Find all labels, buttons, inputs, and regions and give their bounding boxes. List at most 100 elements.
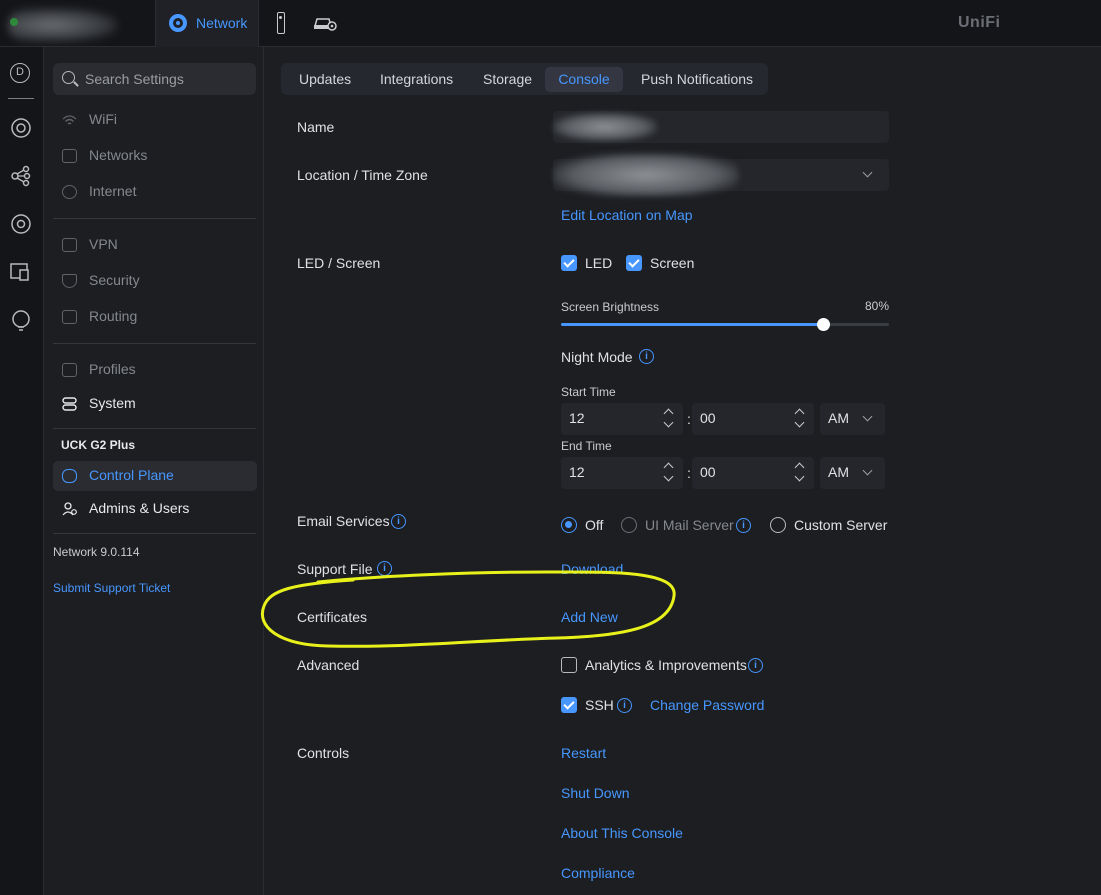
email-ui-mail-label: UI Mail Server bbox=[645, 517, 734, 533]
sidebar-item-security[interactable]: Security bbox=[53, 266, 257, 296]
compliance-link[interactable]: Compliance bbox=[561, 865, 635, 881]
profiles-icon bbox=[62, 363, 77, 377]
network-app-icon bbox=[169, 14, 187, 32]
end-time-label: End Time bbox=[561, 439, 612, 453]
wifi-icon bbox=[62, 115, 77, 125]
online-status-icon bbox=[10, 18, 18, 26]
sidebar-item-wifi[interactable]: WiFi bbox=[53, 105, 257, 135]
topology-icon[interactable] bbox=[10, 117, 32, 139]
start-minute-stepper[interactable]: 00 bbox=[692, 403, 814, 435]
ssh-checkbox[interactable] bbox=[561, 697, 577, 713]
location-select[interactable] bbox=[553, 153, 889, 197]
brightness-slider-fill bbox=[561, 323, 824, 326]
led-screen-label: LED / Screen bbox=[297, 255, 381, 271]
tab-integrations[interactable]: Integrations bbox=[380, 67, 453, 92]
analytics-label: Analytics & Improvements bbox=[585, 657, 747, 673]
vehicle-settings-icon[interactable] bbox=[313, 14, 337, 32]
sidebar-item-label: WiFi bbox=[89, 111, 117, 127]
brightness-slider-thumb[interactable] bbox=[817, 318, 831, 331]
insights-icon[interactable] bbox=[10, 309, 32, 331]
tab-storage[interactable]: Storage bbox=[483, 67, 532, 92]
app-version: Network 9.0.114 bbox=[53, 545, 140, 559]
tab-console[interactable]: Console bbox=[545, 67, 623, 92]
sidebar-item-vpn[interactable]: VPN bbox=[53, 230, 257, 260]
console-name-redacted[interactable] bbox=[8, 8, 118, 42]
shield-icon bbox=[62, 274, 77, 288]
email-custom-radio[interactable] bbox=[770, 517, 786, 533]
end-minute-stepper[interactable]: 00 bbox=[692, 457, 814, 489]
sidebar-item-label: Profiles bbox=[89, 361, 136, 377]
time-colon: : bbox=[687, 465, 691, 481]
end-hour-stepper[interactable]: 12 bbox=[561, 457, 683, 489]
email-custom-label: Custom Server bbox=[794, 517, 888, 533]
stepper-arrows-icon[interactable] bbox=[664, 406, 674, 432]
admins-icon bbox=[62, 502, 77, 516]
ssh-label: SSH bbox=[585, 697, 614, 713]
search-icon bbox=[62, 71, 75, 84]
controls-label: Controls bbox=[297, 745, 350, 761]
chevron-down-icon bbox=[862, 167, 873, 178]
network-icon[interactable] bbox=[10, 213, 32, 235]
sidebar-item-system[interactable]: System bbox=[53, 389, 257, 419]
sidebar-divider bbox=[53, 343, 256, 344]
chevron-down-icon bbox=[862, 411, 873, 422]
search-placeholder: Search Settings bbox=[85, 71, 184, 87]
clients-icon[interactable] bbox=[10, 165, 32, 187]
end-ampm-value: AM bbox=[828, 464, 849, 480]
sidebar-item-internet[interactable]: Internet bbox=[53, 177, 257, 207]
advanced-label: Advanced bbox=[297, 657, 360, 673]
edit-location-link[interactable]: Edit Location on Map bbox=[561, 207, 693, 223]
night-mode-info-icon[interactable]: i bbox=[639, 349, 654, 364]
name-redacted bbox=[553, 113, 657, 141]
analytics-info-icon[interactable]: i bbox=[748, 658, 763, 673]
tab-updates[interactable]: Updates bbox=[299, 67, 351, 92]
devices-icon[interactable] bbox=[10, 261, 32, 283]
tab-network-label: Network bbox=[196, 15, 248, 31]
name-field[interactable] bbox=[553, 111, 889, 143]
sidebar-item-admins-users[interactable]: Admins & Users bbox=[53, 494, 257, 524]
chevron-down-icon bbox=[862, 465, 873, 476]
brightness-slider[interactable] bbox=[561, 318, 889, 331]
sidebar-item-profiles[interactable]: Profiles bbox=[53, 355, 257, 385]
ssh-info-icon[interactable]: i bbox=[617, 698, 632, 713]
screen-checkbox[interactable] bbox=[626, 255, 642, 271]
device-icon[interactable] bbox=[277, 12, 285, 34]
analytics-checkbox[interactable] bbox=[561, 657, 577, 673]
email-ui-mail-radio[interactable] bbox=[621, 517, 637, 533]
email-info-icon[interactable]: i bbox=[391, 514, 406, 529]
sidebar-divider bbox=[53, 533, 256, 534]
start-hour-stepper[interactable]: 12 bbox=[561, 403, 683, 435]
sidebar-divider bbox=[53, 428, 256, 429]
ui-mail-info-icon[interactable]: i bbox=[736, 518, 751, 533]
start-ampm-select[interactable]: AM bbox=[820, 403, 885, 435]
sidebar-item-label: Routing bbox=[89, 308, 138, 324]
sidebar-item-label: Admins & Users bbox=[89, 500, 190, 516]
screen-checkbox-label: Screen bbox=[650, 255, 695, 271]
location-redacted bbox=[553, 153, 739, 197]
restart-link[interactable]: Restart bbox=[561, 745, 606, 761]
night-mode-label: Night Mode bbox=[561, 349, 633, 365]
about-console-link[interactable]: About This Console bbox=[561, 825, 683, 841]
stepper-arrows-icon[interactable] bbox=[664, 460, 674, 486]
sidebar-divider bbox=[53, 218, 256, 219]
sidebar-item-networks[interactable]: Networks bbox=[53, 141, 257, 171]
name-label: Name bbox=[297, 119, 335, 135]
tab-push-notifications[interactable]: Push Notifications bbox=[641, 67, 753, 92]
routing-icon bbox=[62, 310, 77, 324]
end-ampm-select[interactable]: AM bbox=[820, 457, 885, 489]
sidebar-item-control-plane[interactable]: Control Plane bbox=[53, 461, 257, 491]
device-heading: UCK G2 Plus bbox=[61, 438, 136, 452]
change-password-link[interactable]: Change Password bbox=[650, 697, 764, 713]
networks-icon bbox=[62, 149, 77, 163]
support-ticket-link[interactable]: Submit Support Ticket bbox=[53, 581, 170, 595]
tab-network[interactable]: Network bbox=[155, 0, 259, 47]
email-services-label: Email Services bbox=[297, 513, 390, 529]
sidebar-item-routing[interactable]: Routing bbox=[53, 302, 257, 332]
search-input[interactable]: Search Settings bbox=[53, 63, 256, 95]
dashboard-icon[interactable]: D bbox=[10, 63, 30, 83]
shutdown-link[interactable]: Shut Down bbox=[561, 785, 629, 801]
email-off-radio[interactable] bbox=[561, 517, 577, 533]
stepper-arrows-icon[interactable] bbox=[795, 406, 805, 432]
led-checkbox[interactable] bbox=[561, 255, 577, 271]
stepper-arrows-icon[interactable] bbox=[795, 460, 805, 486]
